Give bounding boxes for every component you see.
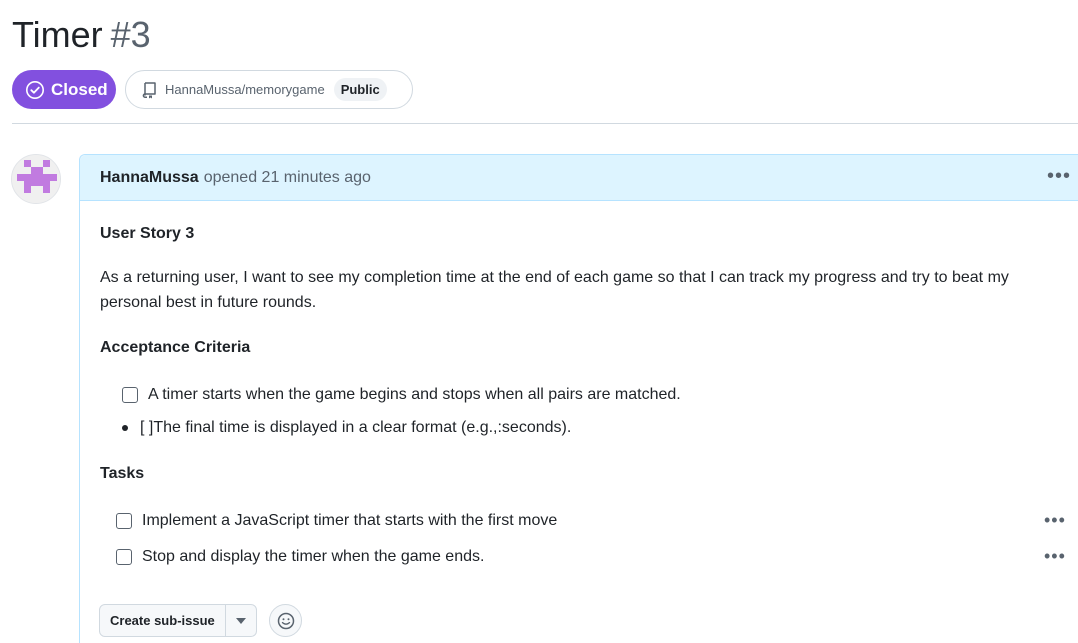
add-reaction-button[interactable] — [269, 604, 302, 637]
heading-acceptance-criteria: Acceptance Criteria — [100, 339, 251, 356]
issue-title-text: Timer — [12, 14, 103, 55]
create-sub-issue-button[interactable]: Create sub-issue — [100, 605, 225, 636]
issue-number: #3 — [110, 14, 151, 55]
criteria-item-text: A timer starts when the game begins and … — [148, 386, 681, 403]
avatar[interactable] — [11, 154, 61, 204]
task-item: Stop and display the timer when the game… — [116, 548, 484, 566]
check-circle-icon — [26, 80, 44, 99]
issue-state-badge[interactable]: Closed — [12, 70, 116, 109]
story-paragraph: As a returning user, I want to see my co… — [100, 269, 1009, 311]
comment-meta[interactable]: opened 21 minutes ago — [204, 169, 371, 187]
create-sub-issue-group: Create sub-issue — [99, 604, 257, 637]
task-checkbox[interactable] — [116, 513, 132, 529]
criteria-checkbox[interactable] — [122, 387, 138, 403]
task-item-text: Implement a JavaScript timer that starts… — [142, 512, 558, 529]
task-options-kebab-icon[interactable]: ••• — [1044, 546, 1066, 567]
repo-name-link[interactable]: HannaMussa/memorygame — [165, 82, 325, 97]
task-checkbox[interactable] — [116, 549, 132, 565]
smiley-icon — [277, 612, 294, 629]
task-item: Implement a JavaScript timer that starts… — [116, 512, 557, 530]
criteria-item: [ ]The final time is displayed in a clea… — [120, 419, 571, 437]
task-item-text: Stop and display the timer when the game… — [142, 548, 485, 565]
heading-user-story: User Story 3 — [100, 225, 195, 242]
comment-options-kebab-icon[interactable]: ••• — [1047, 165, 1071, 188]
triangle-down-icon — [235, 617, 246, 624]
issue-state-label: Closed — [51, 79, 108, 99]
header-divider — [12, 123, 1078, 124]
task-options-kebab-icon[interactable]: ••• — [1044, 510, 1066, 531]
repo-pill[interactable]: HannaMussa/memorygame Public — [125, 70, 413, 109]
issue-body-comment: HannaMussa opened 21 minutes ago ••• Use… — [79, 154, 1078, 643]
comment-author-link[interactable]: HannaMussa — [100, 169, 199, 187]
bullet-icon — [122, 425, 128, 431]
repo-icon — [142, 81, 158, 99]
sub-issue-dropdown-button[interactable] — [224, 605, 256, 636]
heading-tasks: Tasks — [100, 465, 145, 482]
visibility-label: Public — [333, 78, 387, 101]
issue-title: Timer #3 — [12, 14, 151, 56]
criteria-item: A timer starts when the game begins and … — [122, 386, 681, 404]
comment-header: HannaMussa opened 21 minutes ago — [80, 155, 1078, 201]
criteria-item-text: [ ]The final time is displayed in a clea… — [140, 419, 572, 436]
